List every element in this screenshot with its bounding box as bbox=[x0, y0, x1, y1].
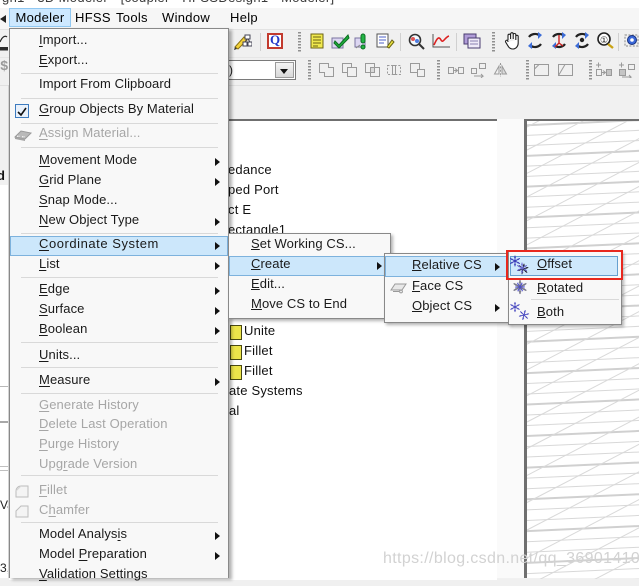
svg-text:①: ① bbox=[600, 35, 608, 45]
